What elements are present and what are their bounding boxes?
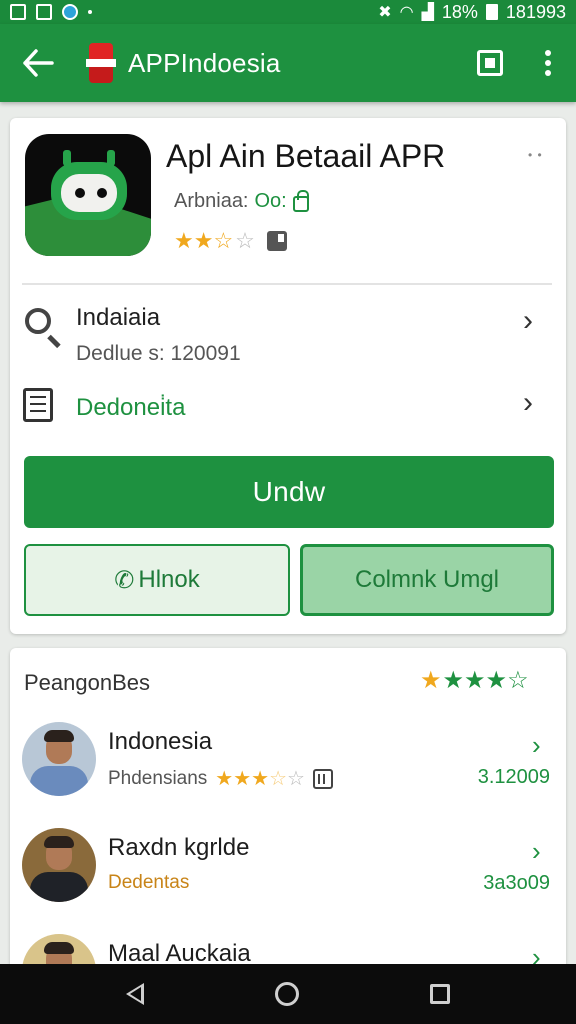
rating-stars: ★★☆ (174, 228, 234, 253)
call-button-label: Hlnok (138, 566, 200, 593)
system-nav-bar (0, 964, 576, 1024)
nav-back-icon[interactable] (125, 983, 144, 1005)
search-icon (25, 308, 51, 334)
calendar-icon (312, 768, 333, 789)
chevron-right-icon: › (532, 836, 541, 866)
more-notifications-icon (88, 10, 92, 14)
review-item[interactable]: Raxdn kgrlde Dedentas › 3a3o09 (10, 828, 566, 924)
wifi-icon: ◠ (399, 4, 414, 21)
search-row-subtitle: Dedlue s: 120091 (76, 342, 241, 365)
chevron-right-icon: › (523, 386, 533, 419)
bookmark-icon (266, 231, 287, 251)
window-icon (477, 50, 503, 76)
app-icon (25, 134, 151, 256)
list-row-title: Dedonei̇ta (76, 394, 186, 421)
app-bar: APPIndoesia (0, 24, 576, 102)
developer-code: Oo: (254, 190, 287, 212)
app-rating: ★★☆ ☆ (174, 228, 287, 254)
chevron-right-icon: › (532, 730, 541, 760)
reviews-card: PeangonBes ★ ★★★☆ Indonesia Phdensians ★… (10, 648, 566, 978)
nav-recents-icon[interactable] (430, 984, 451, 1004)
search-row-title: Indaiaia (76, 304, 161, 331)
review-subtitle: Phdensians (108, 767, 208, 789)
primary-action-button[interactable]: Undw (24, 456, 554, 528)
reviews-header: PeangonBes (24, 670, 150, 695)
overflow-menu-button[interactable] (520, 24, 576, 102)
developer-label: Arbniaa: (174, 190, 249, 212)
review-number: 3.12009 (477, 766, 550, 788)
signal-icon: ▟ (421, 4, 434, 21)
share-icon[interactable]: • • (528, 148, 543, 162)
review-subtitle: Dedentas (108, 872, 190, 893)
reviews-rating: ★ ★★★☆ (420, 666, 529, 695)
review-item[interactable]: Indonesia Phdensians ★★★☆☆ › 3.12009 (10, 722, 566, 818)
reviewer-name: Indonesia (108, 728, 213, 755)
app-notification-icon (62, 4, 78, 20)
reviewer-name: Raxdn kgrlde (108, 834, 250, 861)
divider (22, 283, 552, 285)
image-icon (36, 4, 52, 20)
review-number: 3a3o09 (483, 872, 550, 894)
status-bar: ✖ ◠ ▟ 18% 181993 (0, 0, 576, 24)
call-button[interactable]: ✆ Hlnok (24, 544, 290, 616)
gold-star: ★ (420, 667, 442, 694)
notification-square-icon (10, 4, 26, 20)
rating-empty-star: ☆ (235, 228, 255, 253)
developer-line: Arbniaa: Oo: (174, 189, 309, 213)
clock: 181993 (505, 1, 566, 22)
app-detail-title: Apl Ain Betaail APR (166, 138, 446, 174)
green-stars: ★★★☆ (442, 667, 529, 694)
back-button[interactable] (0, 24, 76, 102)
search-info-row[interactable]: Indaiaia Dedlue s: 120091 › (0, 302, 556, 374)
review-meta: Phdensians ★★★☆☆ (108, 766, 333, 791)
phone-icon: ✆ (114, 566, 135, 594)
secondary-action-button[interactable]: Colmnk Umgl (300, 544, 554, 616)
avatar (22, 722, 96, 796)
brand-logo (86, 43, 116, 83)
battery-percent: 18% (441, 1, 478, 22)
app-title: APPIndoesia (128, 47, 281, 78)
lock-icon (292, 189, 309, 212)
chevron-right-icon: › (523, 304, 533, 337)
battery-icon (485, 4, 498, 20)
mute-icon: ✖ (378, 4, 392, 21)
avatar (22, 828, 96, 902)
review-stars: ★★★☆☆ (215, 768, 305, 790)
list-info-row[interactable]: Dedonei̇ta › (0, 384, 556, 440)
document-list-icon (23, 388, 53, 422)
window-button[interactable] (460, 24, 520, 102)
arrow-left-icon (23, 49, 54, 77)
nav-home-icon[interactable] (274, 982, 299, 1006)
